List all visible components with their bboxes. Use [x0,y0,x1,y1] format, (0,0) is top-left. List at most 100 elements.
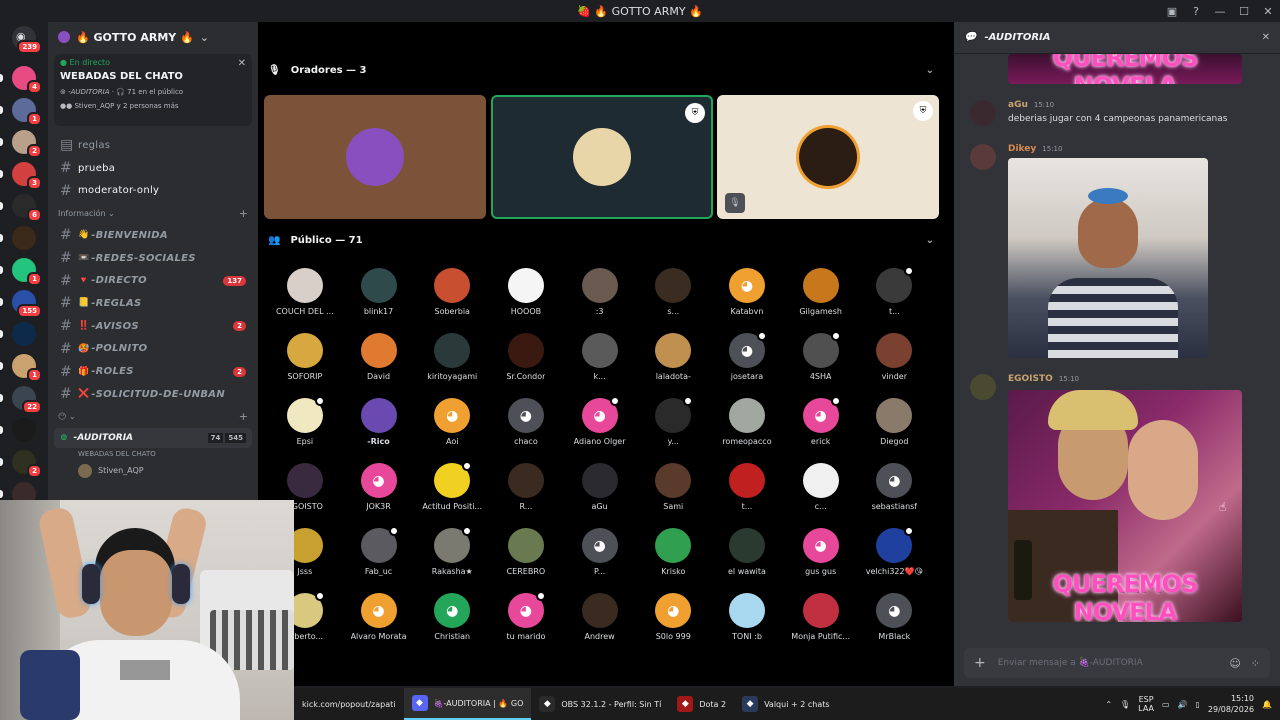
avatar[interactable] [970,100,996,126]
gif-image[interactable]: QUEREMOS NOVELA [1008,54,1242,84]
channel-item[interactable]: # 🥵 -POLNITO [48,338,258,361]
audience-member[interactable]: SOFORIP [268,333,342,381]
audience-member[interactable]: CEREBRO [489,528,563,576]
audience-member[interactable]: R... [489,463,563,511]
chevron-down-icon[interactable]: ⌄ [926,65,934,76]
audience-member[interactable]: COUCH DEL ... [268,268,342,316]
clock[interactable]: 15:10 29/08/2026 [1208,693,1254,715]
audience-member[interactable]: ◕ sebastiansf [858,463,932,511]
avatar[interactable] [970,374,996,400]
server-header[interactable]: 🔥 GOTTO ARMY 🔥 ⌄ 👤 [48,22,296,52]
audience-member[interactable]: David [342,333,416,381]
server-icon[interactable]: 6 [12,194,42,222]
server-icon[interactable]: 1 [12,258,42,286]
gif-image[interactable]: QUEREMOS NOVELA [1008,390,1242,622]
network-icon[interactable]: ▭ [1162,700,1170,709]
close-icon[interactable]: ✕ [1262,32,1270,43]
battery-icon[interactable]: ▯ [1196,700,1200,709]
speakers-section-header[interactable]: 🎙 Oradores — 3 ⌄ [268,58,934,82]
server-icon[interactable] [12,322,36,346]
chevron-down-icon[interactable]: ⌄ [926,235,934,246]
audience-member[interactable]: Krisko [636,528,710,576]
server-icon[interactable]: 22 [12,386,42,414]
server-icon[interactable]: 2 [12,450,42,478]
audience-member[interactable]: Epsi [268,396,342,446]
taskbar-item[interactable]: ◆ Dota 2 [669,688,734,720]
chevron-up-icon[interactable]: ⌃ [1105,700,1112,709]
audience-member[interactable]: ◕ Alvaro Morata [342,593,416,641]
audience-member[interactable]: t... [858,266,932,316]
channel-reglas[interactable]: ▤ reglas [48,134,258,157]
message-author[interactable]: aGu [1008,100,1028,110]
audience-member[interactable]: laladota- [636,333,710,381]
audience-member[interactable]: TONI :b [710,593,784,641]
server-icon[interactable] [12,226,36,250]
apps-icon[interactable]: ⁘ [1251,657,1260,670]
channel-item[interactable]: # ‼️ -AVISOS 2 [48,315,258,338]
audience-member[interactable]: 4SHA [784,331,858,381]
speaker-tile[interactable]: ⛨ 🎙 [717,95,939,219]
audience-member[interactable]: vinder [858,333,932,381]
audience-member[interactable]: y... [636,396,710,446]
audience-member[interactable]: Sr.Condor [489,333,563,381]
avatar[interactable] [970,144,996,170]
gif-image[interactable] [1008,158,1208,358]
audience-member[interactable]: ◕ MrBlack [858,593,932,641]
audience-member[interactable]: Diegod [858,398,932,446]
audience-member[interactable]: velchi322❤️😘 [858,526,932,576]
audience-member[interactable]: Sami [636,463,710,511]
volume-icon[interactable]: 🔊 [1178,700,1188,709]
audience-member[interactable]: ◕ Katabvn [710,268,784,316]
maximize-icon[interactable]: ☐ [1232,0,1256,22]
category-voice[interactable]: 😶 ⌄ + [48,406,258,428]
home-button[interactable]: ◉ 239 [12,26,42,54]
audience-member[interactable]: ◕ P... [563,528,637,576]
add-channel-icon[interactable]: + [239,410,248,423]
audience-member[interactable]: romeopacco [710,398,784,446]
audience-member[interactable]: ◕ Christian [415,593,489,641]
microphone-icon[interactable]: 🎙 [1120,700,1130,709]
close-icon[interactable]: ✕ [1256,0,1280,22]
channel-prueba[interactable]: # prueba [48,157,258,180]
audience-member[interactable]: Fab_uc [342,526,416,576]
emoji-icon[interactable]: ☺ [1229,657,1240,670]
audience-member[interactable]: aGu [563,463,637,511]
audience-member[interactable]: ◕ Aoi [415,398,489,446]
audience-member[interactable]: Rakasha★ [415,526,489,576]
audience-member[interactable]: t... [710,463,784,511]
audience-member[interactable]: blink17 [342,268,416,316]
server-icon[interactable]: 1 [12,354,42,382]
speaker-tile[interactable] [264,95,486,219]
channel-item[interactable]: # 👋 -BIENVENIDA [48,224,258,247]
audience-member[interactable]: k... [563,333,637,381]
audience-member[interactable]: ◕ JOK3R [342,463,416,511]
channel-moderator-only[interactable]: # moderator-only [48,179,258,202]
server-icon[interactable]: 4 [12,66,42,94]
close-icon[interactable]: ✕ [238,58,246,69]
audience-member[interactable]: el wawita [710,528,784,576]
public-section-header[interactable]: 👥 Público — 71 ⌄ [268,228,934,252]
message-author[interactable]: Dikey [1008,144,1036,154]
audience-member[interactable]: Actitud Positi... [415,461,489,511]
notification-icon[interactable]: 🔔 [1262,700,1272,709]
channel-item[interactable]: # 🎁 -ROLES 2 [48,360,258,383]
audience-member[interactable]: ◕ erick [784,396,858,446]
server-icon[interactable]: 2 [12,130,42,158]
taskbar-item[interactable]: ◆ 🍇-AUDITORIA | 🔥 GO [403,688,532,720]
voice-channel-auditoria[interactable]: ⊚ -AUDITORIA 74 545 [54,427,252,448]
live-stage-card[interactable]: ● En directo WEBADAS DEL CHATO ⊚ -AUDITO… [54,54,252,126]
channel-item[interactable]: # 🔻 -DIRECTO 137 [48,269,258,292]
help-icon[interactable]: ? [1184,0,1208,22]
server-icon[interactable]: 155 [12,290,42,318]
audience-member[interactable]: ◕ gus gus [784,528,858,576]
server-icon[interactable]: 1 [12,98,42,126]
voice-member[interactable]: Stiven_AQP [48,458,258,478]
channel-item[interactable]: # 📒 -REGLAS [48,292,258,315]
add-attachment-icon[interactable]: + [974,655,986,671]
audience-member[interactable]: ◕ chaco [489,398,563,446]
audience-member[interactable]: Gilgamesh [784,268,858,316]
channel-item[interactable]: # ❌ -SOLICITUD-DE-UNBAN [48,383,258,406]
minimize-icon[interactable]: — [1208,0,1232,22]
audience-member[interactable]: :3 [563,268,637,316]
audience-member[interactable]: HOOOB [489,268,563,316]
